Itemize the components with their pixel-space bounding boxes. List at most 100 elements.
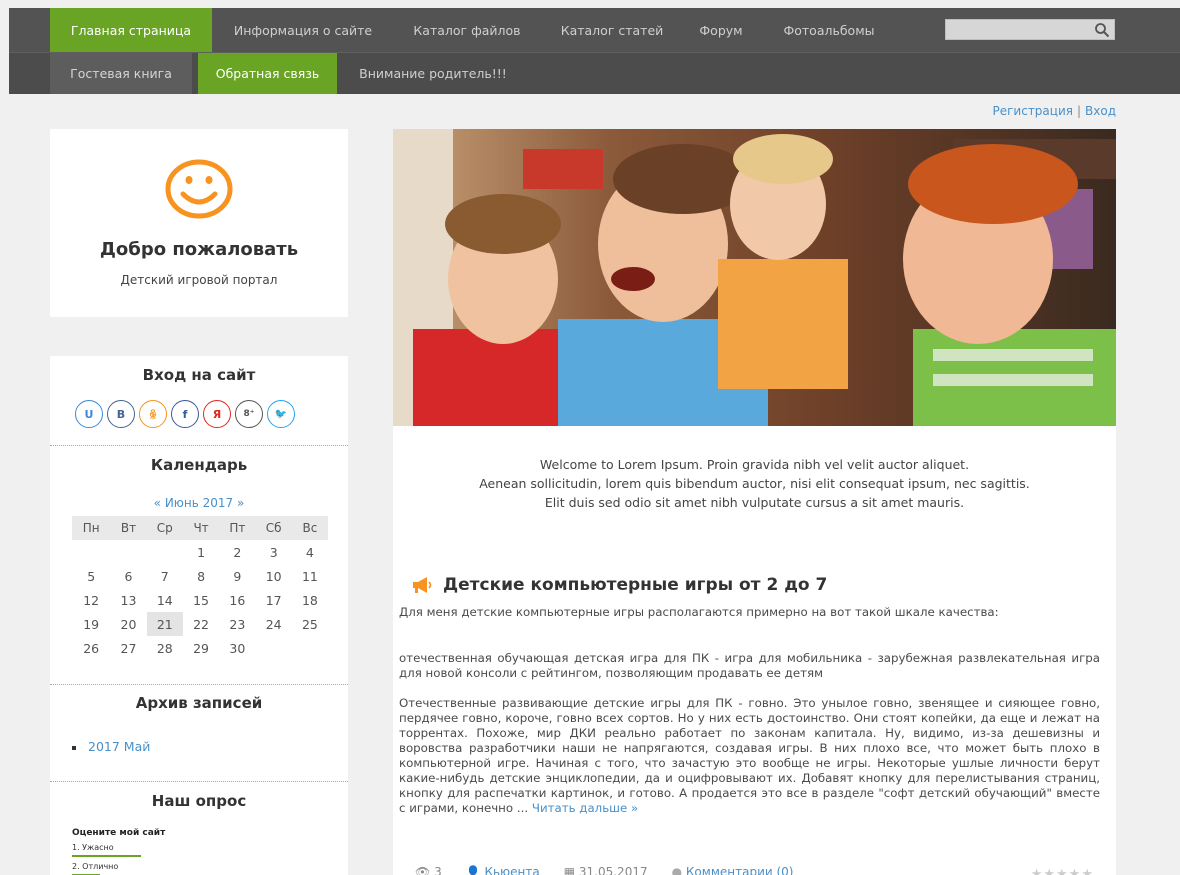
calendar-day[interactable]: 25 <box>292 612 328 636</box>
calendar-day[interactable]: 9 <box>219 564 255 588</box>
search-icon[interactable] <box>1094 22 1110 38</box>
nav-articles[interactable]: Каталог статей <box>548 8 676 52</box>
facebook-login-icon[interactable]: f <box>171 400 199 428</box>
odnoklassniki-login-icon[interactable]: ꆜ <box>139 400 167 428</box>
weekday-header: Пт <box>219 516 256 540</box>
calendar-day[interactable]: 30 <box>219 636 255 660</box>
comment-icon: ● <box>671 865 686 875</box>
calendar-day[interactable]: 15 <box>183 588 219 612</box>
register-link[interactable]: Регистрация <box>993 104 1073 118</box>
smiley-icon <box>165 159 233 219</box>
welcome-subtitle: Детский игровой портал <box>120 273 278 287</box>
calendar-day[interactable]: 24 <box>256 612 292 636</box>
weekday-header: Пн <box>72 516 111 540</box>
article-title[interactable]: Детские компьютерные игры от 2 до 7 <box>443 575 827 595</box>
calendar-day[interactable]: 12 <box>72 588 110 612</box>
calendar-day[interactable]: 14 <box>147 588 183 612</box>
archive-item[interactable]: 2017 Май <box>72 739 150 754</box>
intro-line: Welcome to Lorem Ipsum. Proin gravida ni… <box>539 457 970 472</box>
calendar-title: Календарь <box>150 456 248 474</box>
calendar-day[interactable]: 27 <box>110 636 146 660</box>
views-value: 3 <box>434 865 442 875</box>
yandex-login-icon[interactable]: Я <box>203 400 231 428</box>
nav-feedback[interactable]: Обратная связь <box>198 53 337 94</box>
calendar-day[interactable]: 17 <box>256 588 292 612</box>
calendar-empty-cell <box>110 540 146 564</box>
calendar-month-label[interactable]: Июнь 2017 <box>165 496 233 510</box>
calendar-day[interactable]: 2 <box>219 540 255 564</box>
article-text: Отечественные развивающие детские игры д… <box>399 696 1100 815</box>
calendar-day[interactable]: 29 <box>183 636 219 660</box>
poll-result-bar <box>72 855 142 857</box>
poll-option[interactable]: 1. Ужасно <box>72 843 114 852</box>
nav-forum[interactable]: Форум <box>690 8 752 52</box>
nav-files[interactable]: Каталог файлов <box>402 8 532 52</box>
calendar-day[interactable]: 23 <box>219 612 255 636</box>
poll-title: Наш опрос <box>151 792 247 810</box>
calendar-prev-button[interactable]: « <box>154 496 161 510</box>
google-plus-login-icon[interactable]: 8⁺ <box>235 400 263 428</box>
nav-home[interactable]: Главная страница <box>50 8 212 52</box>
comments-link[interactable]: ● Комментарии (0) <box>672 865 794 875</box>
divider <box>50 445 348 446</box>
calendar-day[interactable]: 16 <box>219 588 255 612</box>
login-block-title: Вход на сайт <box>142 366 256 384</box>
calendar-day[interactable]: 6 <box>110 564 146 588</box>
calendar-day[interactable]: 13 <box>110 588 146 612</box>
article-header: Детские компьютерные игры от 2 до 7 <box>411 575 827 595</box>
author-link[interactable]: 👤 Кьюента <box>466 865 540 875</box>
sidebar: Вход на сайт U B ꆜ f Я 8⁺ 🐦 Календарь « … <box>50 356 348 875</box>
search-input[interactable] <box>946 20 1086 39</box>
nav-guestbook[interactable]: Гостевая книга <box>50 53 192 94</box>
calendar-empty-cell <box>256 636 292 660</box>
author-name[interactable]: Кьюента <box>484 865 539 875</box>
top-navigation: Главная страница Информация о сайте Ката… <box>9 8 1180 94</box>
article-paragraph: Отечественные развивающие детские игры д… <box>399 696 1100 816</box>
auth-separator: | <box>1076 104 1082 118</box>
archive-item-label[interactable]: 2017 Май <box>88 739 150 754</box>
calendar-day[interactable]: 10 <box>256 564 292 588</box>
calendar-day[interactable]: 7 <box>147 564 183 588</box>
calendar-day[interactable]: 21 <box>146 612 183 636</box>
calendar-day[interactable]: 1 <box>183 540 219 564</box>
weekday-header: Сб <box>255 516 292 540</box>
calendar-day[interactable]: 11 <box>292 564 328 588</box>
nav-parents[interactable]: Внимание родитель!!! <box>349 53 517 94</box>
comments-label[interactable]: Комментарии (0) <box>686 865 794 875</box>
vk-login-icon[interactable]: B <box>107 400 135 428</box>
article-paragraph: Для меня детские компьютерные игры распо… <box>399 605 999 619</box>
date-value: 31.05.2017 <box>578 865 648 875</box>
calendar-next-button[interactable]: » <box>237 496 244 510</box>
nav-photos[interactable]: Фотоальбомы <box>769 8 889 52</box>
megaphone-icon <box>413 577 432 593</box>
calendar-empty-cell <box>292 636 328 660</box>
views-count: 👁 3 <box>415 865 442 875</box>
bullet <box>72 745 76 750</box>
calendar-month-nav: « Июнь 2017 » <box>50 496 348 510</box>
calendar-day[interactable]: 3 <box>256 540 292 564</box>
calendar-day[interactable]: 5 <box>72 564 110 588</box>
calendar-day[interactable]: 4 <box>292 540 328 564</box>
weekday-header: Вс <box>291 516 328 540</box>
calendar-day[interactable]: 22 <box>183 612 219 636</box>
calendar-day[interactable]: 28 <box>147 636 183 660</box>
calendar-day[interactable]: 20 <box>110 612 146 636</box>
ucoz-login-icon[interactable]: U <box>75 400 103 428</box>
secondary-nav: Гостевая книга Обратная связь Внимание р… <box>9 52 1180 94</box>
nav-about[interactable]: Информация о сайте <box>221 8 385 52</box>
calendar-empty-cell <box>72 540 110 564</box>
read-more-link[interactable]: Читать дальше » <box>532 801 638 815</box>
calendar-day[interactable]: 19 <box>72 612 110 636</box>
article-paragraph: отечественная обучающая детская игра для… <box>399 651 1100 680</box>
twitter-login-icon[interactable]: 🐦 <box>267 400 295 428</box>
rating-stars[interactable]: ★★★★★ <box>1031 867 1094 875</box>
poll-question: Оцените мой сайт <box>72 828 166 838</box>
social-login-buttons: U B ꆜ f Я 8⁺ 🐦 <box>75 400 295 430</box>
calendar-day[interactable]: 8 <box>183 564 219 588</box>
login-link[interactable]: Вход <box>1085 104 1116 118</box>
divider <box>50 781 348 782</box>
search-box <box>945 19 1115 40</box>
calendar-day[interactable]: 26 <box>72 636 110 660</box>
calendar-day[interactable]: 18 <box>292 588 328 612</box>
poll-option[interactable]: 2. Отлично <box>72 862 118 871</box>
